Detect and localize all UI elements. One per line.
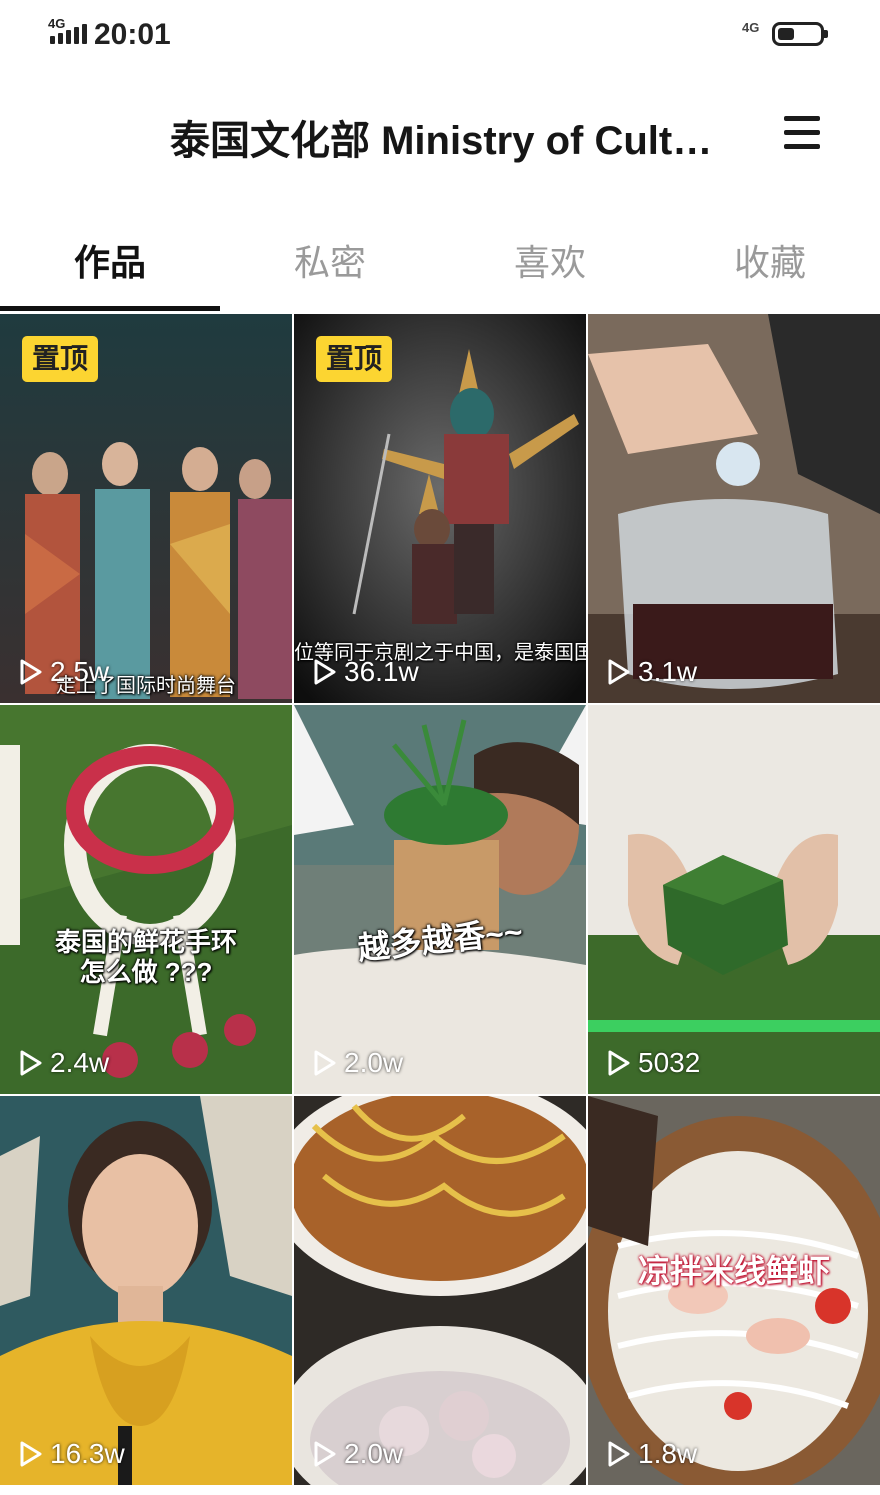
video-card[interactable]: 越多越香~~ 2.0w bbox=[294, 705, 586, 1094]
view-count-text: 2.4w bbox=[50, 1047, 110, 1078]
view-count: 5032 bbox=[604, 1047, 701, 1078]
video-thumbnail bbox=[294, 705, 586, 1094]
signal-icon: 4G bbox=[48, 16, 88, 48]
view-count-text: 3.1w bbox=[638, 656, 698, 687]
view-count-text: 36.1w bbox=[344, 656, 419, 687]
battery-icon bbox=[772, 22, 828, 46]
video-card[interactable]: 凉拌米线鲜虾 1.8w bbox=[588, 1096, 880, 1485]
tab-favorites[interactable]: 收藏 bbox=[660, 228, 880, 298]
video-thumbnail bbox=[588, 705, 880, 1094]
view-count-text: 1.8w bbox=[638, 1438, 698, 1469]
profile-tabs: 作品 私密 喜欢 收藏 bbox=[0, 228, 880, 312]
video-thumbnail bbox=[588, 314, 880, 703]
view-count-text: 16.3w bbox=[50, 1438, 125, 1469]
tab-liked[interactable]: 喜欢 bbox=[440, 228, 660, 298]
video-thumbnail bbox=[0, 705, 292, 1094]
view-count: 2.0w bbox=[310, 1047, 404, 1078]
video-caption: 泰国的鲜花手环 怎么做 ??? bbox=[54, 927, 237, 987]
play-icon bbox=[20, 1441, 42, 1467]
battery-level bbox=[778, 28, 794, 40]
play-icon bbox=[20, 1050, 42, 1076]
play-icon bbox=[314, 1441, 336, 1467]
view-count: 2.4w bbox=[16, 1047, 110, 1078]
play-icon bbox=[20, 659, 42, 685]
play-icon bbox=[608, 1441, 630, 1467]
view-count: 36.1w bbox=[310, 656, 419, 687]
view-count-text: 5032 bbox=[638, 1047, 701, 1078]
video-card[interactable]: 3.1w bbox=[588, 314, 880, 703]
tab-private[interactable]: 私密 bbox=[220, 228, 440, 298]
video-card[interactable]: 置顶 走上了国际时尚舞台 2.5w bbox=[0, 314, 292, 703]
video-caption: 凉拌米线鲜虾 bbox=[637, 1253, 830, 1289]
view-count-text: 2.0w bbox=[344, 1438, 404, 1469]
pinned-badge: 置顶 bbox=[22, 336, 99, 382]
play-icon bbox=[608, 659, 630, 685]
network-type-right: 4G bbox=[742, 20, 760, 35]
view-count: 2.5w bbox=[16, 656, 110, 687]
video-thumbnail bbox=[294, 1096, 586, 1485]
view-count: 3.1w bbox=[604, 656, 698, 687]
network-type-left: 4G bbox=[48, 16, 66, 31]
view-count: 16.3w bbox=[16, 1438, 125, 1469]
video-card[interactable]: 5032 bbox=[588, 705, 880, 1094]
tab-works[interactable]: 作品 bbox=[0, 228, 220, 298]
pinned-badge: 置顶 bbox=[316, 336, 393, 382]
view-count-text: 2.5w bbox=[50, 656, 110, 687]
view-count-text: 2.0w bbox=[344, 1047, 404, 1078]
active-tab-indicator bbox=[0, 306, 220, 311]
status-time: 20:01 bbox=[94, 18, 171, 51]
profile-title: 泰国文化部 Ministry of Cult… bbox=[170, 119, 713, 163]
play-icon bbox=[314, 659, 336, 685]
status-bar: 4G 20:01 4G bbox=[0, 0, 880, 72]
video-card[interactable]: 2.0w bbox=[294, 1096, 586, 1485]
video-card[interactable]: 16.3w bbox=[0, 1096, 292, 1485]
video-card[interactable]: 泰国的鲜花手环 怎么做 ??? 2.4w bbox=[0, 705, 292, 1094]
video-thumbnail bbox=[0, 1096, 292, 1485]
play-icon bbox=[608, 1050, 630, 1076]
video-card[interactable]: 置顶 位等同于京剧之于中国，是泰国国 36.1w bbox=[294, 314, 586, 703]
view-count: 2.0w bbox=[310, 1438, 404, 1469]
view-count: 1.8w bbox=[604, 1438, 698, 1469]
play-icon bbox=[314, 1050, 336, 1076]
hamburger-menu-icon[interactable] bbox=[784, 116, 820, 150]
